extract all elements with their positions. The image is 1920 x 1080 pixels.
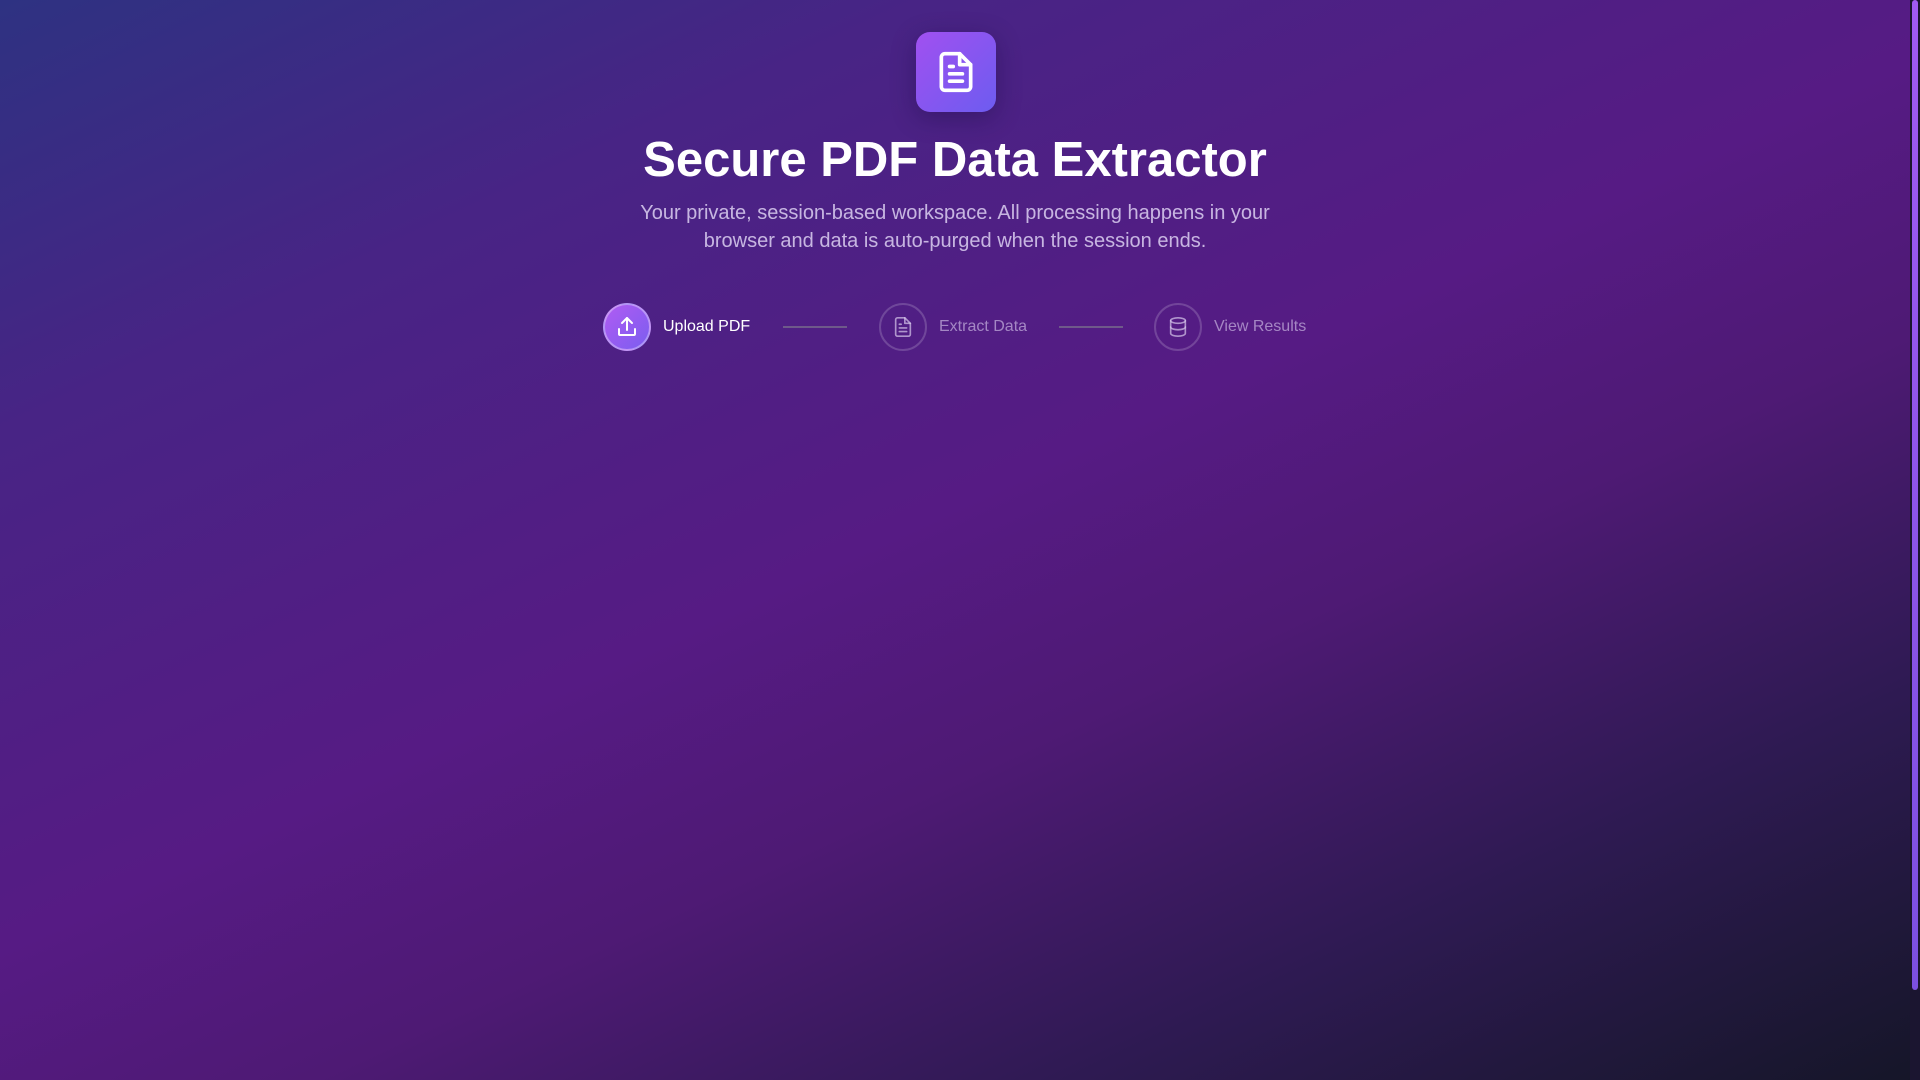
step-view-results[interactable]: View Results bbox=[1154, 303, 1306, 351]
step-label: View Results bbox=[1214, 318, 1307, 335]
step-connector bbox=[1059, 326, 1123, 328]
progress-stepper: Upload PDF Extract Data View Results bbox=[0, 303, 1910, 353]
app-logo bbox=[916, 32, 996, 112]
document-icon bbox=[939, 51, 973, 93]
step-upload-pdf[interactable]: Upload PDF bbox=[603, 303, 750, 351]
step-upload-circle bbox=[603, 303, 651, 351]
step-extract-data[interactable]: Extract Data bbox=[879, 303, 1027, 351]
page-title: Secure PDF Data Extractor bbox=[643, 133, 1267, 187]
step-extract-circle bbox=[879, 303, 927, 351]
app-page: Secure PDF Data Extractor Your private, … bbox=[0, 0, 1910, 1080]
scrollbar-thumb[interactable] bbox=[1912, 0, 1918, 990]
step-results-circle bbox=[1154, 303, 1202, 351]
step-label: Extract Data bbox=[939, 318, 1028, 335]
step-connector bbox=[783, 326, 847, 328]
database-icon bbox=[1169, 317, 1187, 337]
file-text-icon bbox=[894, 317, 912, 337]
step-label: Upload PDF bbox=[663, 318, 751, 335]
page-subtitle: Your private, session-based workspace. A… bbox=[640, 202, 1270, 252]
vertical-scrollbar[interactable] bbox=[1910, 0, 1920, 1080]
upload-icon bbox=[618, 317, 636, 336]
